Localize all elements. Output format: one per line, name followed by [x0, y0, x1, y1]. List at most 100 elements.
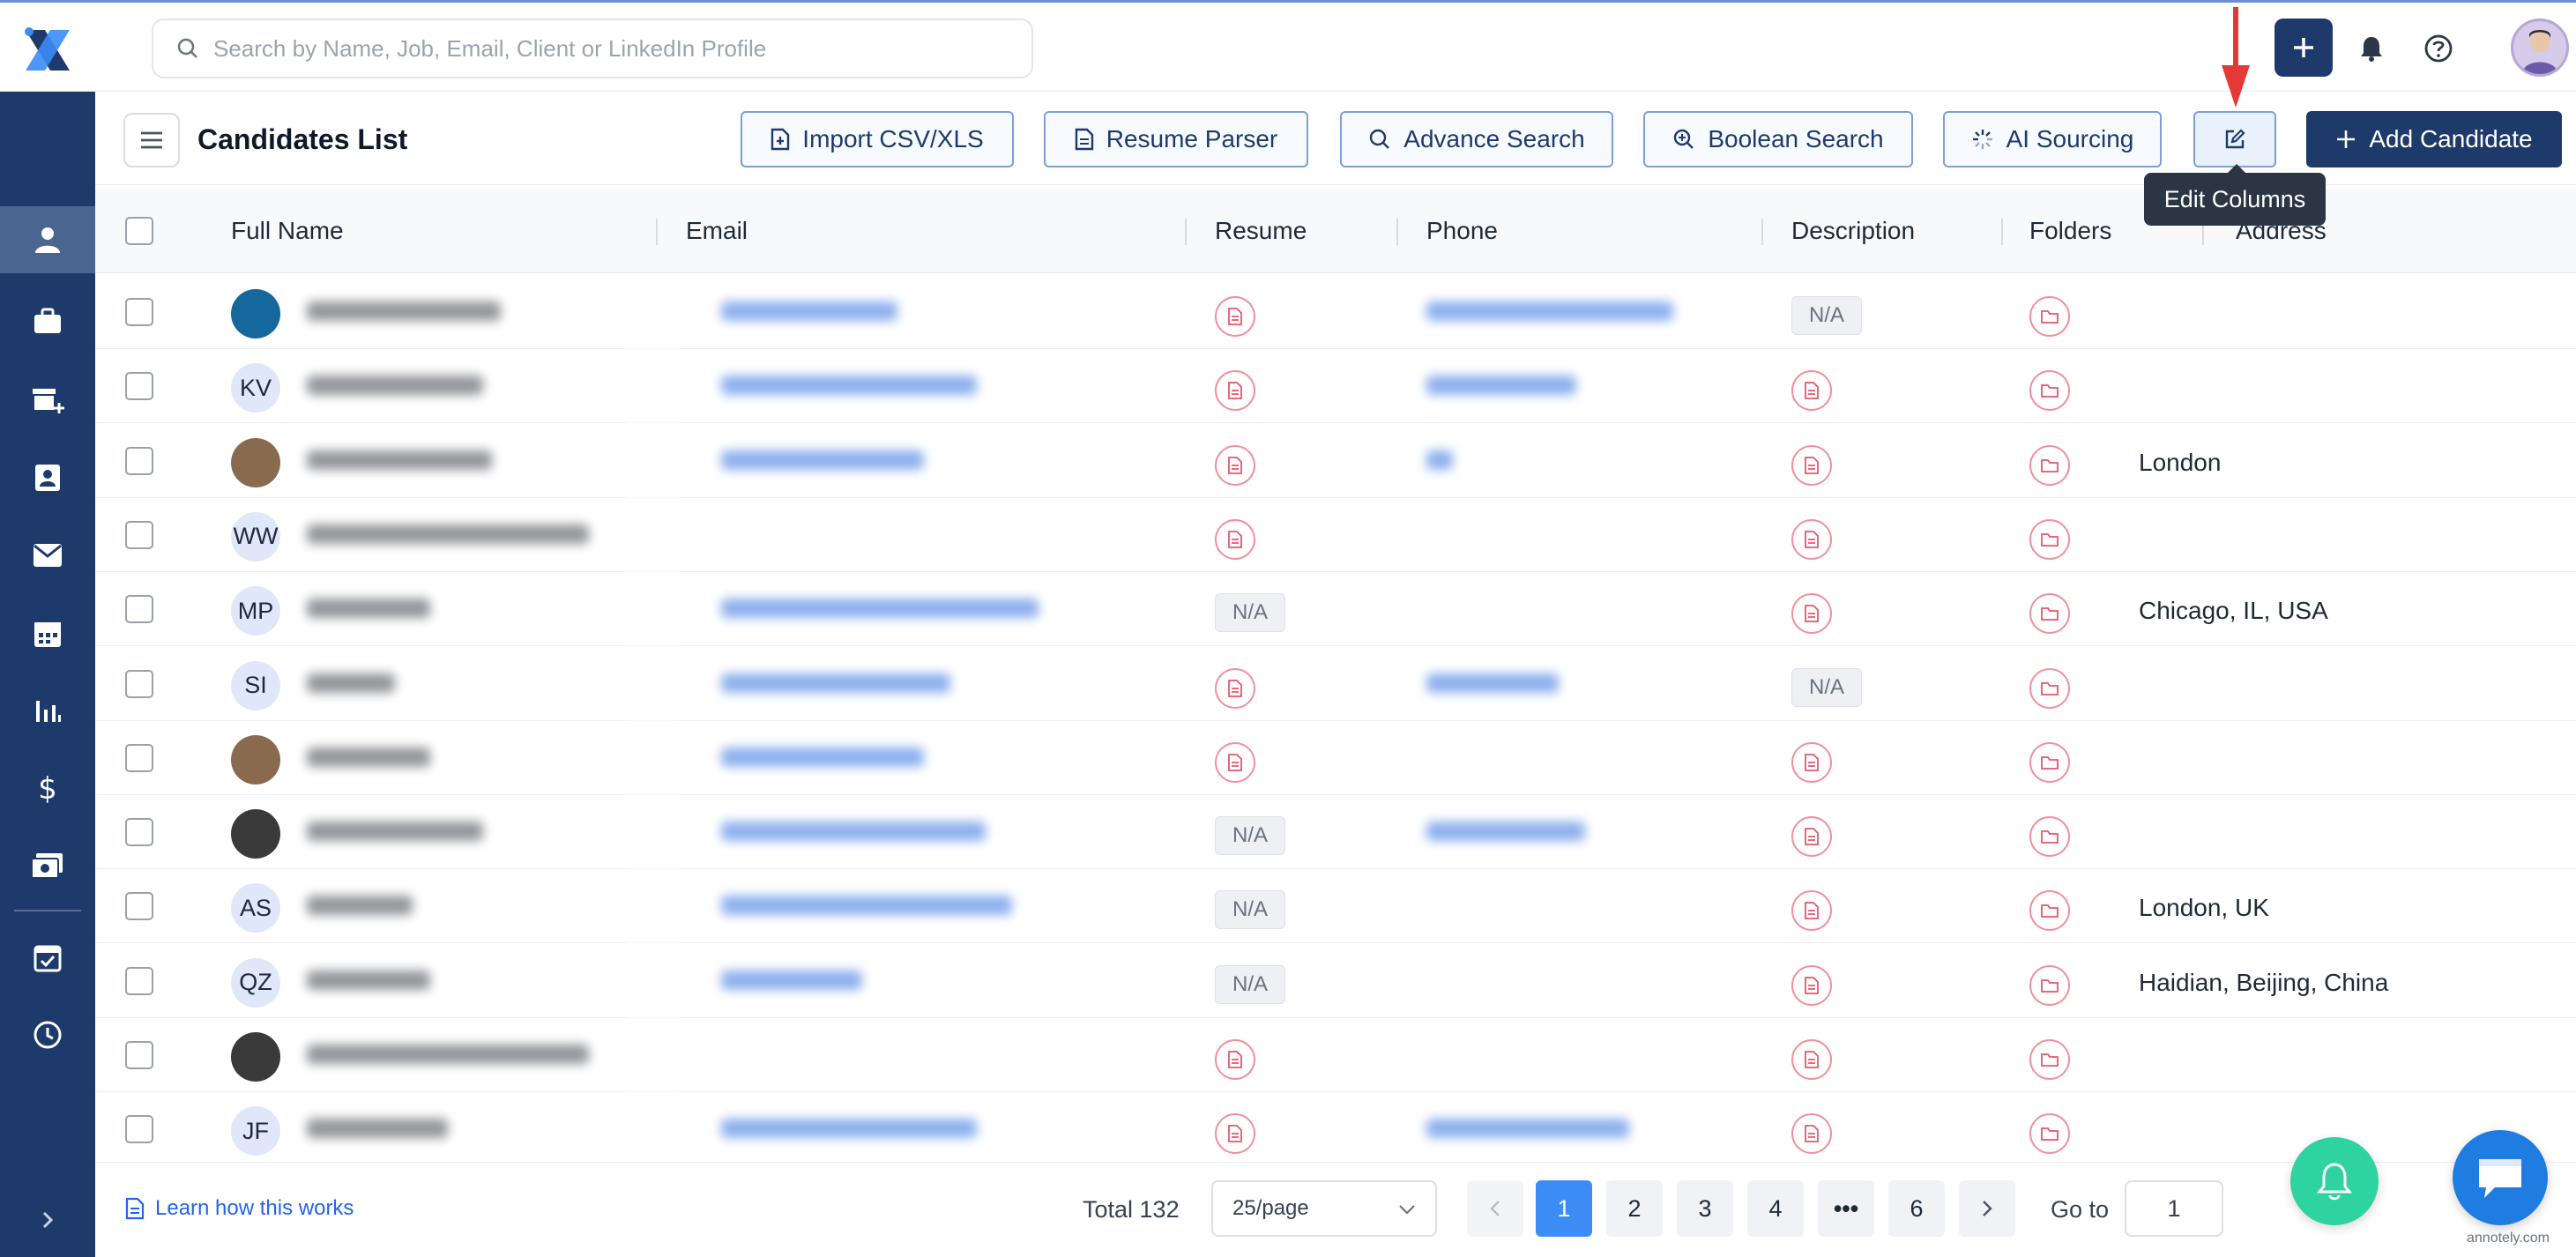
import-csv-button[interactable]: Import CSV/XLS [741, 111, 1014, 167]
search-input[interactable] [213, 34, 1007, 63]
resume-button[interactable] [1215, 1113, 1255, 1155]
table-row[interactable] [95, 721, 2576, 795]
column-email[interactable]: Email [686, 217, 748, 245]
learn-how-link[interactable]: Learn how this works [125, 1196, 354, 1221]
chat-fab[interactable] [2453, 1130, 2548, 1225]
folders-button[interactable] [2029, 1039, 2070, 1080]
folders-button[interactable] [2029, 296, 2070, 337]
sidebar-item-clients[interactable] [0, 367, 95, 434]
row-checkbox[interactable] [125, 818, 153, 847]
row-checkbox[interactable] [125, 1115, 153, 1144]
folders-button[interactable] [2029, 741, 2070, 783]
row-checkbox[interactable] [125, 298, 153, 326]
redacted-phone[interactable] [1426, 822, 1585, 842]
sidebar-item-contacts[interactable] [0, 444, 95, 511]
resume-button[interactable] [1215, 296, 1255, 337]
folders-button[interactable] [2029, 890, 2070, 932]
menu-button[interactable] [123, 113, 180, 167]
description-button[interactable] [1791, 816, 1832, 858]
folders-button[interactable] [2029, 1113, 2070, 1155]
edit-columns-button[interactable] [2193, 111, 2276, 167]
folders-button[interactable] [2029, 816, 2070, 858]
global-search[interactable] [152, 19, 1033, 78]
resume-parser-button[interactable]: Resume Parser [1044, 111, 1308, 167]
table-row[interactable]: WW [95, 498, 2576, 572]
table-row[interactable] [95, 1018, 2576, 1092]
app-logo[interactable] [12, 15, 83, 86]
description-button[interactable] [1791, 1039, 1832, 1080]
redacted-email[interactable] [721, 970, 862, 990]
redacted-email[interactable] [721, 376, 977, 396]
row-checkbox[interactable] [125, 372, 153, 401]
sidebar-expand-button[interactable] [0, 1183, 95, 1257]
row-checkbox[interactable] [125, 1041, 153, 1069]
row-checkbox[interactable] [125, 520, 153, 549]
table-row[interactable]: SI N/A [95, 647, 2576, 721]
redacted-phone[interactable] [1426, 673, 1559, 693]
column-description[interactable]: Description [1791, 217, 1915, 245]
redacted-phone[interactable] [1426, 450, 1453, 470]
folders-button[interactable] [2029, 370, 2070, 412]
notification-fab[interactable] [2290, 1137, 2379, 1225]
sidebar-item-tasks[interactable] [0, 924, 95, 991]
row-checkbox[interactable] [125, 892, 153, 921]
column-divider[interactable] [1761, 219, 1763, 245]
resume-button[interactable] [1215, 370, 1255, 412]
column-divider[interactable] [1396, 219, 1398, 245]
page-button-1[interactable]: 1 [1536, 1180, 1592, 1237]
column-divider[interactable] [1185, 219, 1187, 245]
description-button[interactable] [1791, 890, 1832, 932]
redacted-email[interactable] [721, 673, 950, 693]
redacted-phone[interactable] [1426, 376, 1576, 396]
boolean-search-button[interactable]: Boolean Search [1643, 111, 1913, 167]
column-full-name[interactable]: Full Name [231, 217, 344, 245]
page-button-4[interactable]: 4 [1747, 1180, 1804, 1237]
resume-button[interactable] [1215, 518, 1255, 560]
ai-sourcing-button[interactable]: AI Sourcing [1943, 111, 2162, 167]
sidebar-item-reports[interactable] [0, 677, 95, 744]
description-button[interactable] [1791, 518, 1832, 560]
description-button[interactable] [1791, 370, 1832, 412]
description-button[interactable] [1791, 741, 1832, 783]
table-row[interactable]: KV [95, 349, 2576, 424]
prev-page-button[interactable] [1467, 1180, 1523, 1237]
page-button-6[interactable]: 6 [1888, 1180, 1945, 1237]
column-resume[interactable]: Resume [1215, 217, 1307, 245]
sidebar-item-history[interactable] [0, 1001, 95, 1068]
table-row[interactable]: N/A [95, 795, 2576, 870]
help-button[interactable] [2419, 29, 2458, 68]
table-row[interactable]: JF [95, 1092, 2576, 1167]
resume-button[interactable] [1215, 1039, 1255, 1080]
page-button-3[interactable]: 3 [1677, 1180, 1733, 1237]
page-ellipsis-button[interactable]: ••• [1818, 1180, 1874, 1237]
column-divider[interactable] [656, 219, 658, 245]
row-checkbox[interactable] [125, 669, 153, 698]
table-row[interactable]: London [95, 424, 2576, 498]
next-page-button[interactable] [1959, 1180, 2015, 1237]
description-button[interactable] [1791, 1113, 1832, 1155]
table-row[interactable]: AS N/A London, UK [95, 869, 2576, 944]
notifications-button[interactable] [2352, 29, 2391, 68]
resume-button[interactable] [1215, 667, 1255, 709]
add-candidate-button[interactable]: Add Candidate [2306, 111, 2562, 167]
folders-button[interactable] [2029, 964, 2070, 1006]
description-button[interactable] [1791, 964, 1832, 1006]
sidebar-item-calendar[interactable] [0, 599, 95, 666]
sidebar-item-billing[interactable]: $ [0, 755, 95, 822]
page-button-2[interactable]: 2 [1606, 1180, 1663, 1237]
page-size-select[interactable]: 25/page [1211, 1180, 1437, 1237]
redacted-email[interactable] [721, 599, 1039, 619]
column-divider[interactable] [2001, 219, 2003, 245]
description-button[interactable] [1791, 444, 1832, 486]
redacted-email[interactable] [721, 1119, 977, 1139]
row-checkbox[interactable] [125, 595, 153, 624]
redacted-phone[interactable] [1426, 301, 1673, 321]
row-checkbox[interactable] [125, 446, 153, 475]
folders-button[interactable] [2029, 518, 2070, 560]
sidebar-item-email[interactable] [0, 522, 95, 589]
sidebar-item-jobs[interactable] [0, 287, 95, 354]
table-row[interactable]: N/A [95, 275, 2576, 349]
quick-add-button[interactable] [2274, 19, 2333, 77]
select-all-checkbox[interactable] [125, 217, 153, 245]
column-phone[interactable]: Phone [1426, 217, 1498, 245]
